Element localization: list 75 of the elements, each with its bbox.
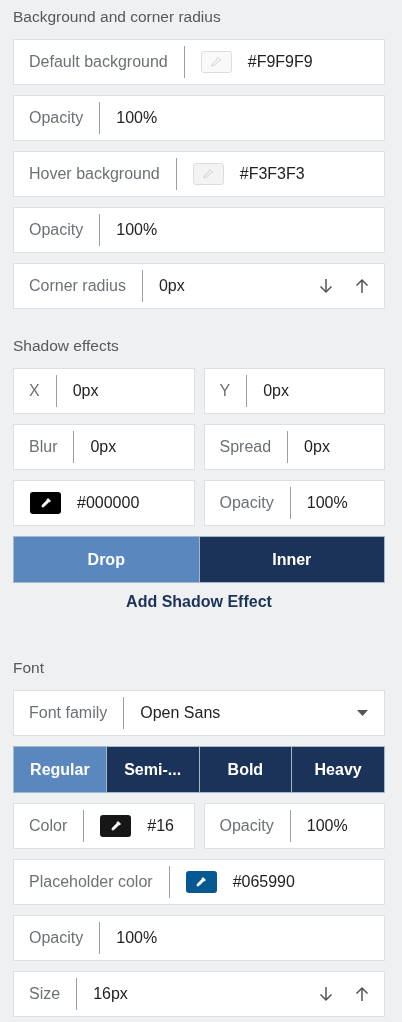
color-swatch[interactable] bbox=[185, 871, 217, 893]
input-field[interactable]: Default background #F9F9F9 bbox=[13, 39, 385, 85]
field-label: Default background bbox=[14, 46, 185, 78]
input-field[interactable]: Size 16px bbox=[13, 971, 385, 1017]
field-value: 100% bbox=[306, 494, 349, 512]
section-title: Font bbox=[13, 658, 45, 678]
field-value: #F3F3F3 bbox=[239, 165, 306, 183]
input-field[interactable]: #000000 bbox=[13, 480, 195, 526]
field-value: 0px bbox=[90, 438, 118, 456]
field-label: Opacity bbox=[204, 810, 291, 842]
field-label: Hover background bbox=[14, 158, 177, 190]
input-field[interactable]: Font family Open Sans bbox=[13, 690, 385, 736]
arrow-down-icon[interactable] bbox=[319, 986, 333, 1002]
field-value: 100% bbox=[116, 221, 159, 239]
field-value: 0px bbox=[158, 277, 186, 295]
field-label: Color bbox=[14, 810, 85, 842]
input-field[interactable]: Color #16 bbox=[13, 803, 195, 849]
field-label: Opacity bbox=[14, 922, 101, 954]
input-field[interactable]: Opacity 100% bbox=[13, 95, 385, 141]
field-value: #F9F9F9 bbox=[247, 53, 314, 71]
field-value: #065990 bbox=[232, 873, 296, 891]
field-label: Corner radius bbox=[14, 270, 143, 302]
color-swatch[interactable] bbox=[30, 492, 61, 514]
field-value: #000000 bbox=[77, 494, 141, 512]
field-label: Placeholder color bbox=[14, 866, 170, 898]
field-label: Opacity bbox=[204, 487, 291, 519]
input-field[interactable]: Opacity 100% bbox=[13, 207, 385, 253]
input-field[interactable]: Corner radius 0px bbox=[13, 263, 385, 309]
arrow-up-icon[interactable] bbox=[355, 986, 369, 1002]
segment-tab[interactable]: Inner bbox=[198, 537, 384, 582]
segment-tab[interactable]: Semi-... bbox=[105, 747, 199, 792]
field-label: Blur bbox=[14, 431, 75, 463]
section-title: Background and corner radius bbox=[13, 7, 222, 27]
arrow-down-icon[interactable] bbox=[319, 278, 333, 294]
input-field[interactable]: Hover background #F3F3F3 bbox=[13, 151, 385, 197]
eyedropper-icon bbox=[39, 497, 52, 509]
add-shadow-link[interactable]: Add Shadow Effect bbox=[126, 593, 272, 611]
eyedropper-icon bbox=[202, 168, 215, 180]
input-field[interactable]: Y 0px bbox=[203, 368, 385, 414]
arrow-up-icon[interactable] bbox=[355, 278, 369, 294]
field-label: Size bbox=[14, 978, 78, 1010]
eyedropper-icon bbox=[109, 820, 122, 832]
field-label: Opacity bbox=[14, 214, 101, 246]
field-label: Opacity bbox=[14, 102, 101, 134]
input-field[interactable]: Opacity 100% bbox=[13, 915, 385, 961]
eyedropper-icon bbox=[210, 56, 223, 68]
field-value: 100% bbox=[306, 817, 349, 835]
color-swatch[interactable] bbox=[192, 163, 224, 185]
caret-icon[interactable] bbox=[357, 710, 368, 716]
field-value: 0px bbox=[304, 438, 331, 456]
input-field[interactable]: Placeholder color #065990 bbox=[13, 859, 385, 905]
input-field[interactable]: Opacity 100% bbox=[203, 480, 385, 526]
field-label: Font family bbox=[14, 697, 125, 729]
section-title: Shadow effects bbox=[13, 336, 120, 356]
field-value: 0px bbox=[72, 382, 100, 400]
field-value: 16px bbox=[93, 985, 129, 1003]
field-label: Spread bbox=[204, 431, 289, 463]
field-value: 100% bbox=[116, 929, 159, 947]
color-swatch[interactable] bbox=[200, 51, 232, 73]
input-field[interactable]: Opacity 100% bbox=[203, 803, 385, 849]
input-field[interactable]: X 0px bbox=[13, 368, 195, 414]
segment-tab[interactable]: Heavy bbox=[291, 747, 384, 792]
segment-tab[interactable]: Regular bbox=[14, 747, 106, 792]
segment-tab[interactable]: Drop bbox=[14, 537, 199, 582]
field-value: 0px bbox=[263, 382, 290, 400]
field-value: #16 bbox=[147, 817, 175, 835]
color-swatch[interactable] bbox=[100, 815, 132, 837]
eyedropper-icon bbox=[195, 876, 208, 888]
segment-tab[interactable]: Bold bbox=[198, 747, 292, 792]
field-label: X bbox=[14, 375, 57, 407]
field-value: Open Sans bbox=[140, 704, 222, 722]
field-label: Y bbox=[204, 375, 248, 407]
input-field[interactable]: Blur 0px bbox=[13, 424, 195, 470]
input-field[interactable]: Spread 0px bbox=[203, 424, 385, 470]
field-value: 100% bbox=[116, 109, 159, 127]
